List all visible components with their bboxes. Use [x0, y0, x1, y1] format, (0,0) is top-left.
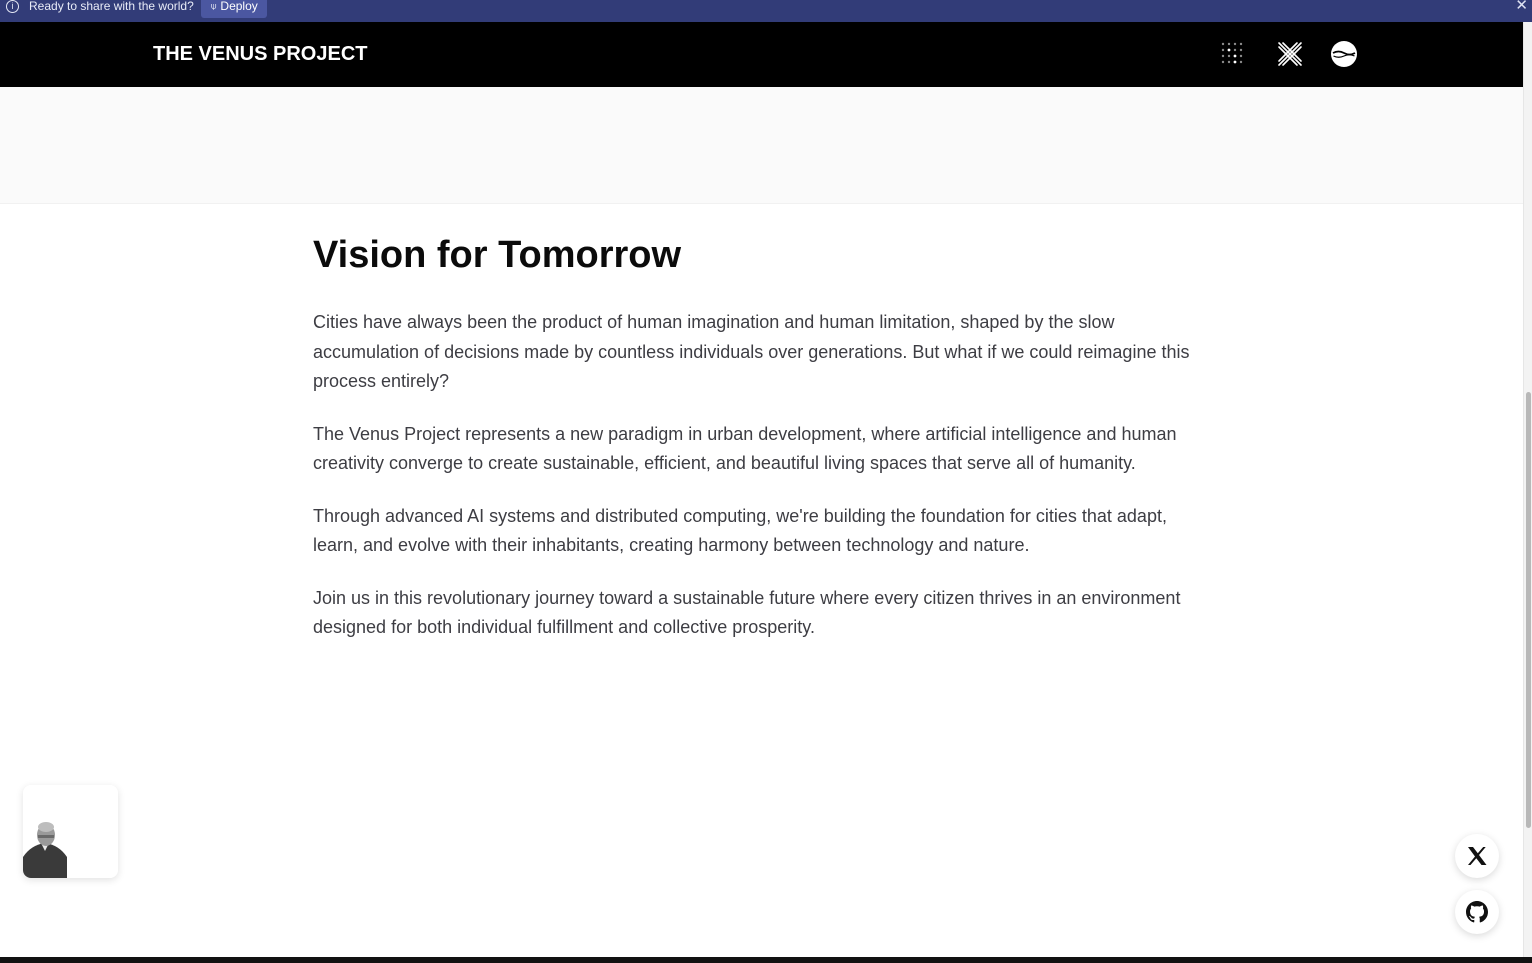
article-paragraph: Through advanced AI systems and distribu…: [313, 505, 1167, 556]
crossed-lines-icon[interactable]: [1276, 40, 1304, 68]
article-paragraph: Cities have always been the product of h…: [313, 312, 1190, 391]
deploy-label: Deploy: [220, 0, 258, 13]
github-button[interactable]: [1455, 890, 1499, 934]
banner-message: Ready to share with the world?: [29, 0, 194, 13]
info-icon: i: [6, 0, 19, 13]
hero-placeholder: [0, 87, 1523, 204]
person-portrait-icon: [23, 785, 118, 878]
dot-grid-icon[interactable]: [1219, 40, 1247, 68]
close-icon[interactable]: ✕: [1515, 0, 1528, 14]
x-logo-button[interactable]: [1455, 834, 1499, 878]
article-paragraph: Join us in this revolutionary journey to…: [313, 587, 1181, 638]
github-icon: [1466, 901, 1488, 923]
bottom-edge: [0, 957, 1532, 963]
avatar-card[interactable]: [23, 785, 118, 878]
globe-icon[interactable]: [1330, 40, 1358, 68]
navbar: THE VENUS PROJECT: [0, 22, 1523, 87]
x-logo-icon: [1468, 847, 1487, 865]
deploy-button[interactable]: ⍦ Deploy: [201, 0, 267, 18]
article-title: Vision for Tomorrow: [313, 234, 682, 276]
scrollbar-thumb[interactable]: [1526, 392, 1531, 828]
site-brand[interactable]: THE VENUS PROJECT: [153, 43, 367, 66]
article: Vision for Tomorrow Cities have always b…: [313, 232, 1193, 666]
deploy-banner: i Ready to share with the world? ⍦ Deplo…: [0, 0, 1532, 22]
deploy-icon: ⍦: [211, 1, 217, 11]
page: i Ready to share with the world? ⍦ Deplo…: [0, 0, 1532, 963]
article-paragraph: The Venus Project represents a new parad…: [313, 423, 1177, 474]
scrollbar[interactable]: [1523, 22, 1532, 957]
